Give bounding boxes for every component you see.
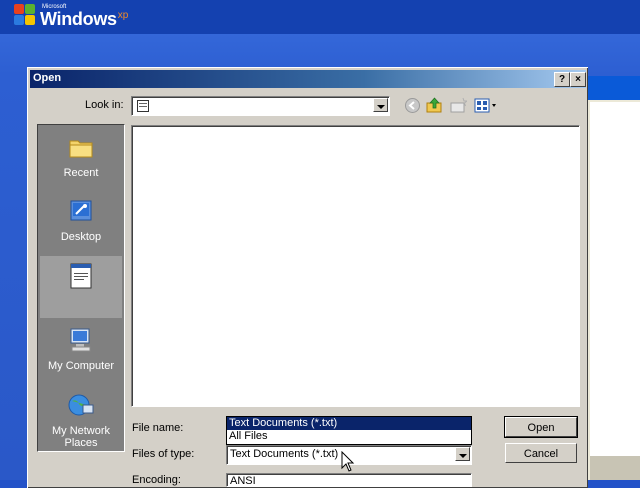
desktop-icon <box>70 200 92 221</box>
network-places-icon <box>68 394 94 416</box>
help-button[interactable]: ? <box>554 72 570 87</box>
look-in-document-icon <box>137 100 149 112</box>
background-window-status <box>590 456 640 480</box>
place-network-label: My Network Places <box>51 425 111 449</box>
place-my-computer-label: My Computer <box>47 360 115 372</box>
look-in-label: Look in: <box>85 99 124 111</box>
file-type-option[interactable]: Text Documents (*.txt) <box>227 417 471 430</box>
file-type-dropdown-list[interactable]: Text Documents (*.txt) All Files <box>226 416 472 445</box>
recent-folder-icon <box>69 140 93 158</box>
place-documents[interactable] <box>40 256 122 318</box>
logo-windows-text: Windows <box>40 9 117 29</box>
place-desktop[interactable]: Desktop <box>40 197 122 243</box>
encoding-combo[interactable]: ANSI <box>226 473 472 487</box>
place-recent[interactable]: Recent <box>40 133 122 179</box>
dialog-title: Open <box>33 72 62 84</box>
file-list[interactable] <box>131 125 580 407</box>
cancel-button[interactable]: Cancel <box>505 443 577 463</box>
look-in-combo[interactable] <box>131 96 390 116</box>
back-icon[interactable] <box>404 97 421 114</box>
up-folder-icon[interactable] <box>426 97 443 114</box>
place-desktop-label: Desktop <box>60 231 102 243</box>
views-menu-icon[interactable] <box>474 97 498 114</box>
close-button[interactable]: × <box>570 72 586 87</box>
background-window-titlebar <box>586 76 640 100</box>
encoding-label: Encoding: <box>132 474 181 486</box>
windows-flag-icon <box>14 4 36 26</box>
place-network[interactable]: My Network Places <box>40 391 122 449</box>
windows-xp-logo: Microsoft Windowsxp <box>14 4 128 30</box>
look-in-dropdown-button[interactable] <box>373 98 388 112</box>
new-folder-icon[interactable] <box>450 97 467 114</box>
logo-version-text: xp <box>117 10 129 21</box>
dialog-titlebar[interactable]: Open ? × <box>30 70 586 88</box>
files-of-type-label: Files of type: <box>132 448 195 460</box>
files-of-type-value: Text Documents (*.txt) <box>230 448 339 460</box>
encoding-value: ANSI <box>230 475 256 487</box>
files-of-type-dropdown-button[interactable] <box>455 447 470 461</box>
open-dialog: Open ? × Look in: Recent Desktop My Comp… <box>27 67 588 488</box>
my-computer-icon <box>70 328 91 352</box>
place-recent-label: Recent <box>63 167 99 179</box>
background-window-content <box>590 102 640 456</box>
file-name-label: File name: <box>132 422 184 434</box>
document-icon <box>70 263 92 289</box>
open-button[interactable]: Open <box>504 416 578 438</box>
background-window <box>586 76 640 480</box>
file-type-option[interactable]: All Files <box>227 430 471 443</box>
mouse-pointer-icon <box>341 451 355 472</box>
places-bar: Recent Desktop My Computer My Network Pl… <box>37 124 125 452</box>
place-my-computer[interactable]: My Computer <box>40 326 122 372</box>
